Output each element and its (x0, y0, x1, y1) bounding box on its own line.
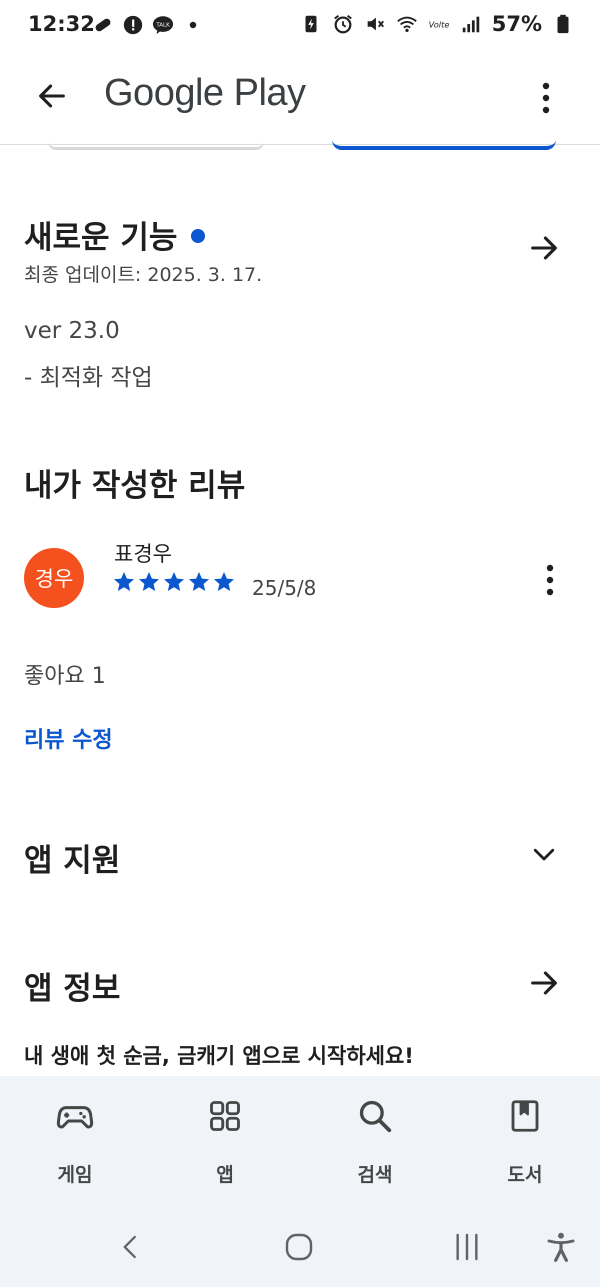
arrow-left-icon (39, 84, 65, 108)
app-support-title[interactable]: 앱 지원 (24, 835, 120, 880)
battery-saver-icon (305, 15, 317, 33)
star-icon (214, 572, 234, 591)
signal-icon (462, 16, 479, 33)
status-bar: 12:32 TALK Volte 57% (0, 0, 600, 52)
edit-review-link[interactable]: 리뷰 수정 (24, 722, 113, 754)
review-date: 25/5/8 (252, 576, 317, 600)
scrolled-button-edge (332, 140, 556, 150)
star-rating (112, 570, 236, 594)
chevron-down-icon (533, 848, 555, 861)
nav-apps[interactable]: 앱 (170, 1094, 280, 1194)
star-icon (139, 572, 159, 591)
accessibility-button[interactable] (536, 1225, 586, 1269)
more-options-button[interactable] (526, 76, 566, 120)
nav-search-label: 검색 (357, 1164, 393, 1186)
nav-games-label: 게임 (57, 1164, 93, 1186)
home-square-icon (285, 1233, 313, 1261)
mute-icon (367, 17, 384, 31)
battery-percent: 57% (491, 12, 542, 36)
app-info-arrow-button[interactable] (524, 963, 564, 1003)
app-promo-text: 내 생애 첫 순금, 금캐기 앱으로 시작하세요! (24, 1044, 414, 1068)
system-navigation (0, 1211, 600, 1287)
nav-games[interactable]: 게임 (20, 1094, 130, 1194)
avatar: 경우 (24, 548, 84, 608)
alert-icon (123, 15, 143, 35)
nav-apps-label: 앱 (216, 1164, 234, 1186)
search-icon (353, 1094, 397, 1138)
whats-new-title[interactable]: 새로운 기능 (24, 212, 206, 257)
svg-text:Volte: Volte (428, 20, 449, 30)
kakaotalk-icon: TALK (152, 16, 174, 35)
accessibility-icon (547, 1232, 575, 1262)
apps-grid-icon (203, 1094, 247, 1138)
bottom-navigation: 게임 앱 검색 도서 (0, 1076, 600, 1211)
whats-new-title-text: 새로운 기능 (24, 220, 178, 256)
whats-new-arrow-button[interactable] (524, 228, 564, 268)
status-right: Volte 57% (300, 12, 574, 36)
gamepad-icon (53, 1094, 97, 1138)
app-bar: Google Play (0, 52, 600, 142)
app-info-title[interactable]: 앱 정보 (24, 963, 120, 1008)
app-support-expand-button[interactable] (524, 834, 564, 874)
system-back-button[interactable] (106, 1225, 156, 1269)
wifi-icon (396, 16, 417, 33)
battery-icon (557, 14, 569, 34)
dot-icon (189, 21, 197, 29)
system-recents-button[interactable] (442, 1225, 492, 1269)
last-updated: 최종 업데이트: 2025. 3. 17. (24, 264, 263, 286)
svg-text:TALK: TALK (155, 22, 170, 28)
system-home-button[interactable] (274, 1225, 324, 1269)
volte-icon: Volte (428, 20, 449, 30)
chevron-left-icon (123, 1235, 136, 1259)
scrolled-card-edge (48, 142, 264, 150)
app-title: Google Play (104, 72, 306, 114)
book-icon (503, 1094, 547, 1138)
new-indicator-dot (191, 228, 206, 243)
alarm-icon (333, 14, 352, 34)
more-vertical-icon (546, 564, 554, 596)
version-text: ver 23.0 (24, 318, 120, 344)
release-note: - 최적화 작업 (24, 365, 153, 391)
status-time: 12:32 (28, 12, 95, 36)
arrow-right-icon (531, 971, 557, 995)
likes-count: 좋아요 1 (24, 664, 106, 689)
star-icon (164, 572, 184, 591)
recents-icon (456, 1233, 478, 1261)
nav-books-label: 도서 (507, 1164, 543, 1186)
back-button[interactable] (30, 74, 74, 118)
my-review-title: 내가 작성한 리뷰 (24, 468, 246, 504)
status-left-icons: TALK (92, 14, 204, 36)
review-options-button[interactable] (530, 558, 570, 602)
arrow-right-icon (531, 236, 557, 260)
pill-icon (95, 18, 111, 32)
reviewer-name: 표경우 (114, 542, 172, 566)
star-icon (189, 572, 209, 591)
nav-books[interactable]: 도서 (470, 1094, 580, 1194)
more-vertical-icon (542, 82, 550, 114)
star-icon (114, 572, 134, 591)
nav-search[interactable]: 검색 (320, 1094, 430, 1194)
